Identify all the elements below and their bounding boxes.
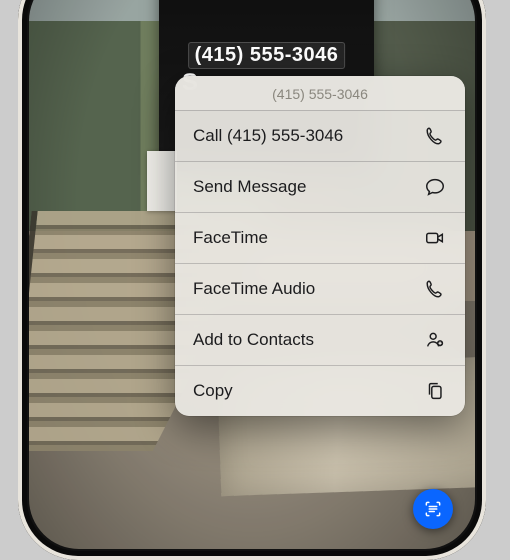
menu-item-label: Send Message — [193, 177, 423, 197]
copy-icon — [423, 380, 447, 402]
live-text-button[interactable] — [413, 489, 453, 529]
decor-panel — [147, 151, 177, 211]
live-text-icon — [423, 499, 443, 519]
menu-item-send-message[interactable]: Send Message — [175, 161, 465, 212]
message-icon — [423, 176, 447, 198]
context-menu-header: (415) 555-3046 — [175, 76, 465, 110]
video-icon — [423, 227, 447, 249]
phone-frame: (415) 555-3046 S (415) 555-3046 Call (41… — [18, 0, 486, 560]
detected-phone-number-highlight[interactable]: (415) 555-3046 — [189, 43, 345, 68]
menu-item-label: FaceTime Audio — [193, 279, 423, 299]
add-contact-icon — [423, 329, 447, 351]
menu-item-label: FaceTime — [193, 228, 423, 248]
menu-item-facetime-audio[interactable]: FaceTime Audio — [175, 263, 465, 314]
menu-item-add-to-contacts[interactable]: Add to Contacts — [175, 314, 465, 365]
menu-item-facetime[interactable]: FaceTime — [175, 212, 465, 263]
phone-icon — [423, 278, 447, 300]
camera-viewfinder: (415) 555-3046 S (415) 555-3046 Call (41… — [29, 0, 475, 549]
phone-icon — [423, 125, 447, 147]
menu-item-copy[interactable]: Copy — [175, 365, 465, 416]
menu-item-label: Add to Contacts — [193, 330, 423, 350]
menu-item-label: Call (415) 555-3046 — [193, 126, 423, 146]
phone-number-context-menu: (415) 555-3046 Call (415) 555-3046 Send … — [175, 76, 465, 416]
menu-item-label: Copy — [193, 381, 423, 401]
menu-item-call[interactable]: Call (415) 555-3046 — [175, 110, 465, 161]
